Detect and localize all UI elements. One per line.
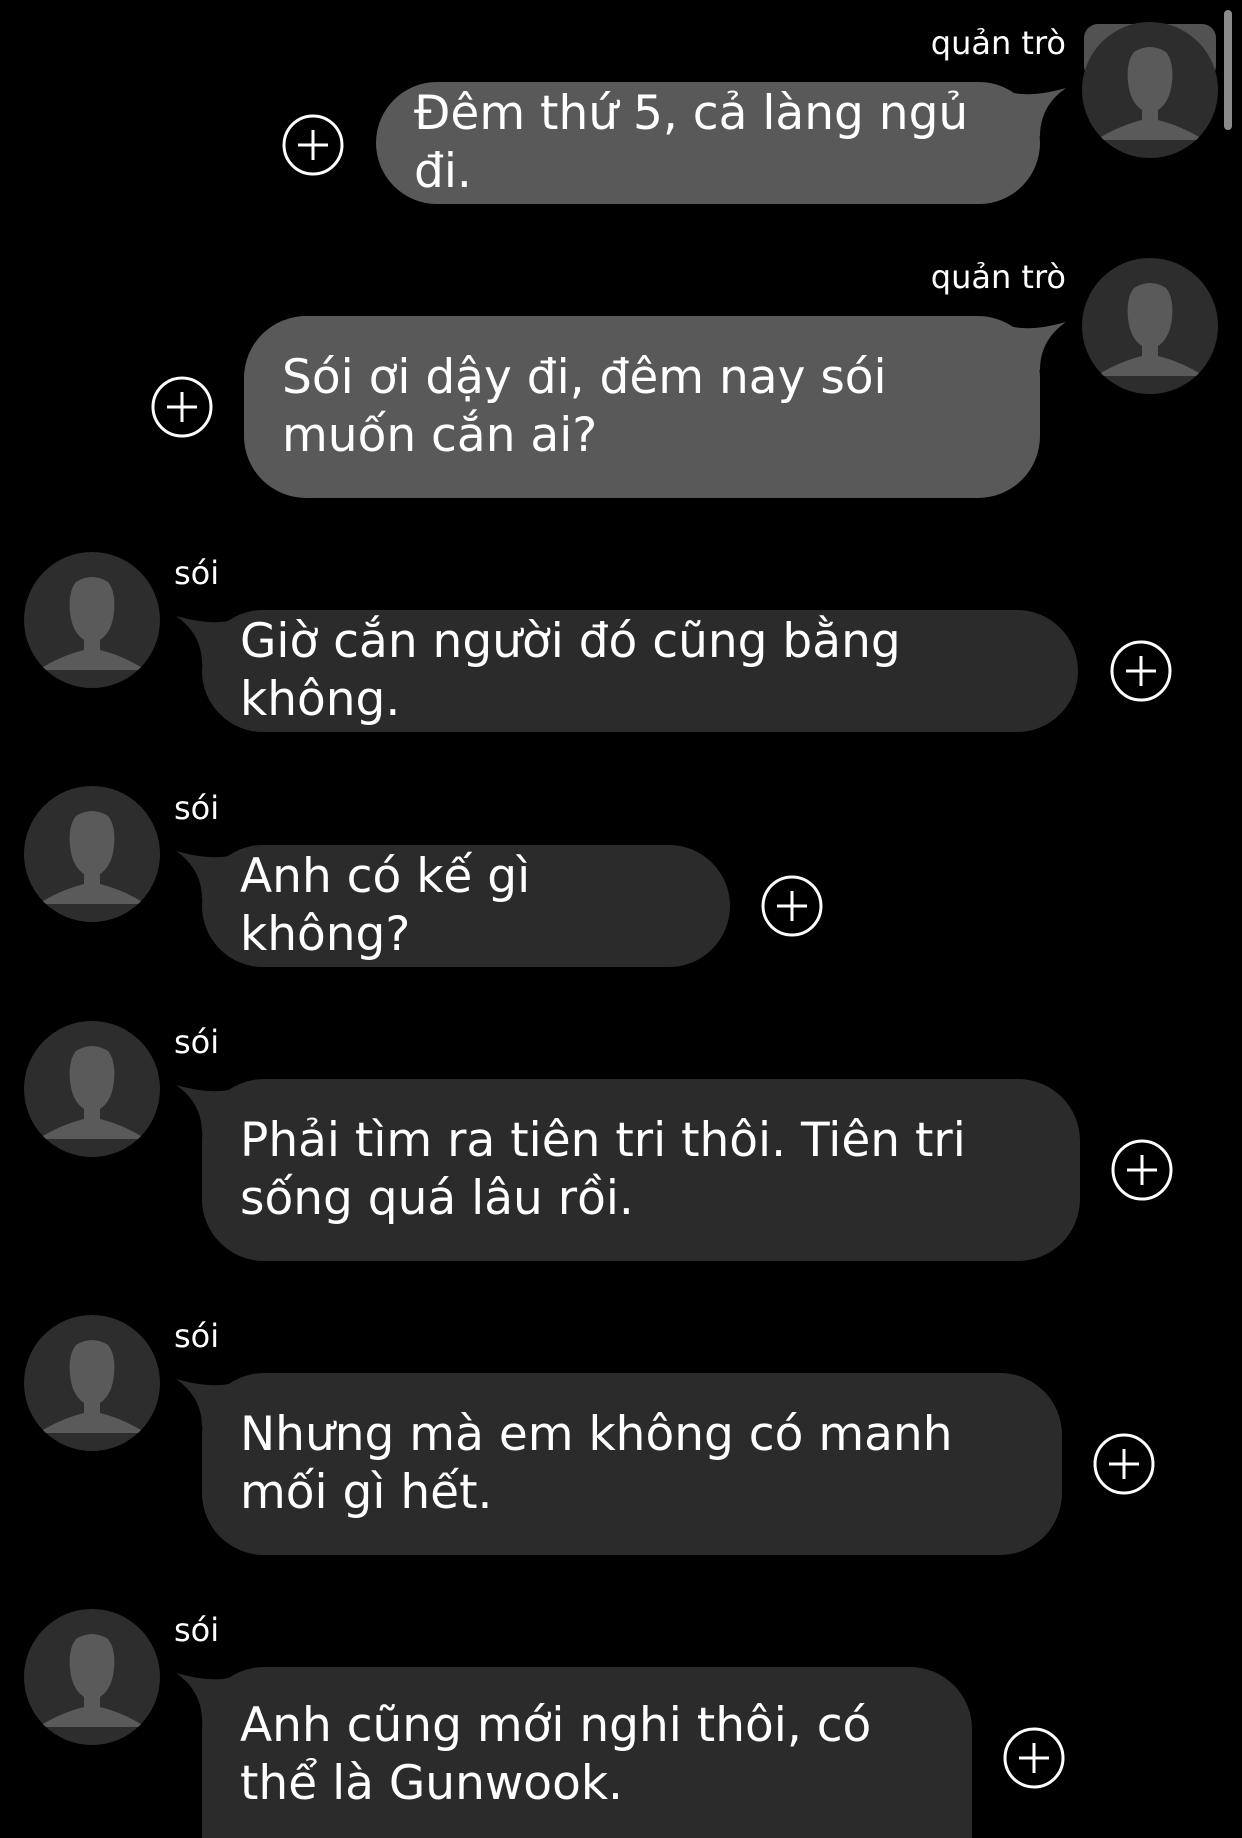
person-silhouette-icon [1096,283,1204,376]
sender-name: sói [174,554,220,592]
message-text: Anh cũng mới nghi thôi, có thể là Gunwoo… [240,1697,872,1811]
add-reaction-button[interactable] [1110,1138,1174,1202]
message-bubble[interactable]: Anh có kế gì không? [202,845,730,967]
plus-circle-icon [151,376,213,438]
add-reaction-button[interactable] [1092,1432,1156,1496]
add-reaction-button[interactable] [1109,639,1173,703]
message-text: Đêm thứ 5, cả làng ngủ đi. [414,86,969,199]
add-reaction-button[interactable] [281,113,345,177]
add-reaction-button[interactable] [1002,1726,1066,1790]
plus-circle-icon [761,875,823,937]
message-text: Phải tìm ra tiên tri thôi. Tiên tri sống… [240,1113,966,1226]
plus-circle-icon [1111,1139,1173,1201]
person-silhouette-icon [1096,47,1204,140]
person-silhouette-icon [38,1340,146,1433]
message-bubble[interactable]: Đêm thứ 5, cả làng ngủ đi. [376,82,1040,204]
message-text: Sói ơi dậy đi, đêm nay sói muốn cắn ai? [282,350,887,463]
plus-circle-icon [1110,640,1172,702]
avatar[interactable] [1082,22,1218,158]
message-bubble[interactable]: Phải tìm ra tiên tri thôi. Tiên tri sống… [202,1079,1080,1261]
person-silhouette-icon [38,811,146,904]
avatar[interactable] [24,786,160,922]
message-bubble[interactable]: Anh cũng mới nghi thôi, có thể là Gunwoo… [202,1667,972,1838]
sender-name: quản trò [930,24,1066,62]
plus-circle-icon [1093,1433,1155,1495]
sender-name: sói [174,1317,220,1355]
avatar[interactable] [24,1021,160,1157]
plus-circle-icon [282,114,344,176]
scrollbar[interactable] [1224,10,1232,130]
sender-name: sói [174,1023,220,1061]
sender-name: sói [174,789,220,827]
add-reaction-button[interactable] [150,375,214,439]
sender-name: quản trò [930,258,1066,296]
message-text: Nhưng mà em không có manh mối gì hết. [240,1407,953,1520]
person-silhouette-icon [38,1634,146,1727]
person-silhouette-icon [38,577,146,670]
avatar[interactable] [24,552,160,688]
message-bubble[interactable]: Giờ cắn người đó cũng bằng không. [202,610,1078,732]
avatar[interactable] [24,1609,160,1745]
add-reaction-button[interactable] [760,874,824,938]
person-silhouette-icon [38,1046,146,1139]
avatar[interactable] [24,1315,160,1451]
sender-name: sói [174,1611,220,1649]
message-bubble[interactable]: Nhưng mà em không có manh mối gì hết. [202,1373,1062,1555]
message-bubble[interactable]: Sói ơi dậy đi, đêm nay sói muốn cắn ai? [244,316,1040,498]
avatar[interactable] [1082,258,1218,394]
plus-circle-icon [1003,1727,1065,1789]
message-text: Giờ cắn người đó cũng bằng không. [240,614,901,727]
message-text: Anh có kế gì không? [240,849,531,962]
